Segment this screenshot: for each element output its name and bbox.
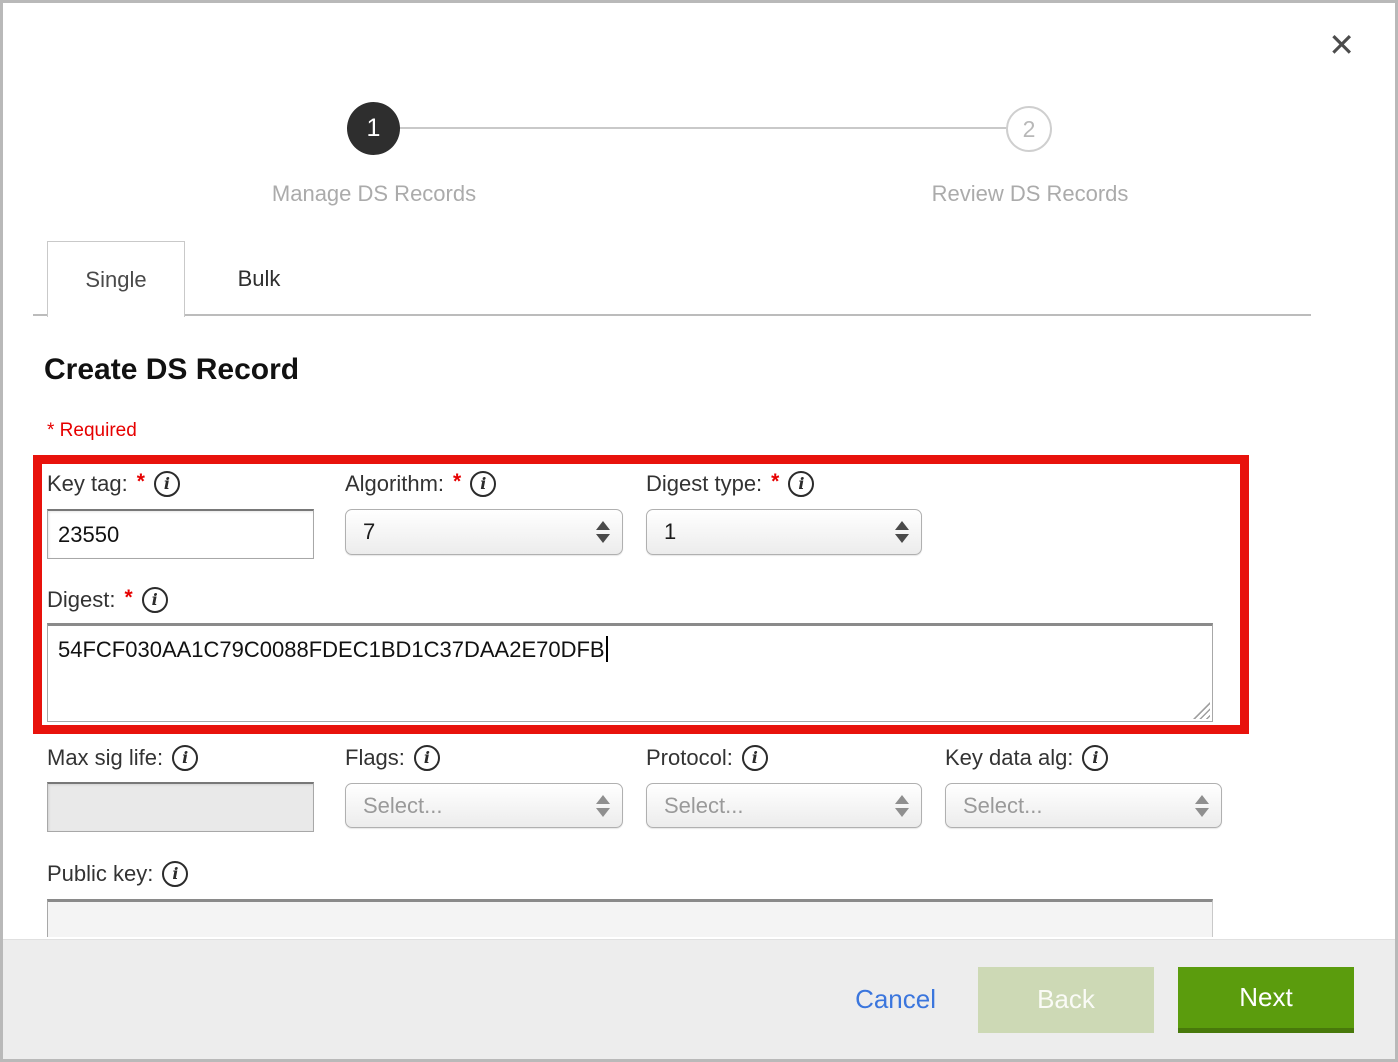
public-key-textarea[interactable] <box>47 899 1213 937</box>
info-icon[interactable]: i <box>142 587 168 613</box>
text-caret <box>606 636 608 662</box>
info-icon[interactable]: i <box>172 745 198 771</box>
info-icon[interactable]: i <box>154 471 180 497</box>
select-arrows-icon <box>596 521 610 543</box>
select-arrows-icon <box>895 521 909 543</box>
info-icon[interactable]: i <box>742 745 768 771</box>
key-data-alg-label-text: Key data alg: <box>945 745 1073 771</box>
stepper-step-1-circle: 1 <box>347 102 400 155</box>
cancel-link[interactable]: Cancel <box>855 984 936 1015</box>
page-title: Create DS Record <box>44 353 299 387</box>
public-key-label: Public key: i <box>47 861 188 887</box>
required-note: * Required <box>47 420 137 442</box>
close-icon[interactable]: ✕ <box>1328 29 1355 61</box>
key-tag-label: Key tag: * i <box>47 471 180 497</box>
create-ds-record-modal: ✕ 1 2 Manage DS Records Review DS Record… <box>0 0 1398 1062</box>
flags-label: Flags: i <box>345 745 440 771</box>
digest-label-text: Digest: <box>47 587 115 613</box>
digest-textarea[interactable]: 54FCF030AA1C79C0088FDEC1BD1C37DAA2E70DFB <box>47 623 1213 722</box>
stepper-step-2-circle: 2 <box>1006 106 1052 152</box>
key-data-alg-label: Key data alg: i <box>945 745 1108 771</box>
max-sig-life-label-text: Max sig life: <box>47 745 163 771</box>
algorithm-label: Algorithm: * i <box>345 471 496 497</box>
flags-label-text: Flags: <box>345 745 405 771</box>
protocol-label: Protocol: i <box>646 745 768 771</box>
max-sig-life-label: Max sig life: i <box>47 745 198 771</box>
required-asterisk: * <box>771 470 779 494</box>
max-sig-life-input <box>47 782 314 832</box>
next-button[interactable]: Next <box>1178 967 1354 1033</box>
flags-select-value: Select... <box>363 793 442 819</box>
info-icon[interactable]: i <box>788 471 814 497</box>
algorithm-select[interactable]: 7 <box>345 509 623 555</box>
key-tag-label-text: Key tag: <box>47 471 128 497</box>
modal-footer: Cancel Back Next <box>3 939 1395 1059</box>
stepper-connector-line <box>373 127 1031 129</box>
key-data-alg-select[interactable]: Select... <box>945 783 1222 828</box>
digest-type-select-value: 1 <box>664 519 676 545</box>
flags-select[interactable]: Select... <box>345 783 623 828</box>
info-icon[interactable]: i <box>414 745 440 771</box>
digest-type-select[interactable]: 1 <box>646 509 922 555</box>
resize-handle-icon[interactable] <box>1193 702 1210 719</box>
protocol-select[interactable]: Select... <box>646 783 922 828</box>
public-key-label-text: Public key: <box>47 861 153 887</box>
digest-type-label-text: Digest type: <box>646 471 762 497</box>
stepper-step-2-label: Review DS Records <box>870 181 1190 207</box>
required-asterisk: * <box>124 586 132 610</box>
info-icon[interactable]: i <box>470 471 496 497</box>
required-asterisk: * <box>137 470 145 494</box>
protocol-select-value: Select... <box>664 793 743 819</box>
select-arrows-icon <box>895 795 909 817</box>
digest-label: Digest: * i <box>47 587 168 613</box>
key-data-alg-select-value: Select... <box>963 793 1042 819</box>
info-icon[interactable]: i <box>162 861 188 887</box>
required-asterisk: * <box>453 470 461 494</box>
digest-value: 54FCF030AA1C79C0088FDEC1BD1C37DAA2E70DFB <box>58 637 605 662</box>
algorithm-select-value: 7 <box>363 519 375 545</box>
algorithm-label-text: Algorithm: <box>345 471 444 497</box>
tab-bulk[interactable]: Bulk <box>202 241 316 317</box>
info-icon[interactable]: i <box>1082 745 1108 771</box>
stepper-step-1-label: Manage DS Records <box>214 181 534 207</box>
select-arrows-icon <box>1195 795 1209 817</box>
tab-single[interactable]: Single <box>47 241 185 317</box>
key-tag-input[interactable] <box>47 509 314 559</box>
protocol-label-text: Protocol: <box>646 745 733 771</box>
back-button: Back <box>978 967 1154 1033</box>
select-arrows-icon <box>596 795 610 817</box>
digest-type-label: Digest type: * i <box>646 471 814 497</box>
